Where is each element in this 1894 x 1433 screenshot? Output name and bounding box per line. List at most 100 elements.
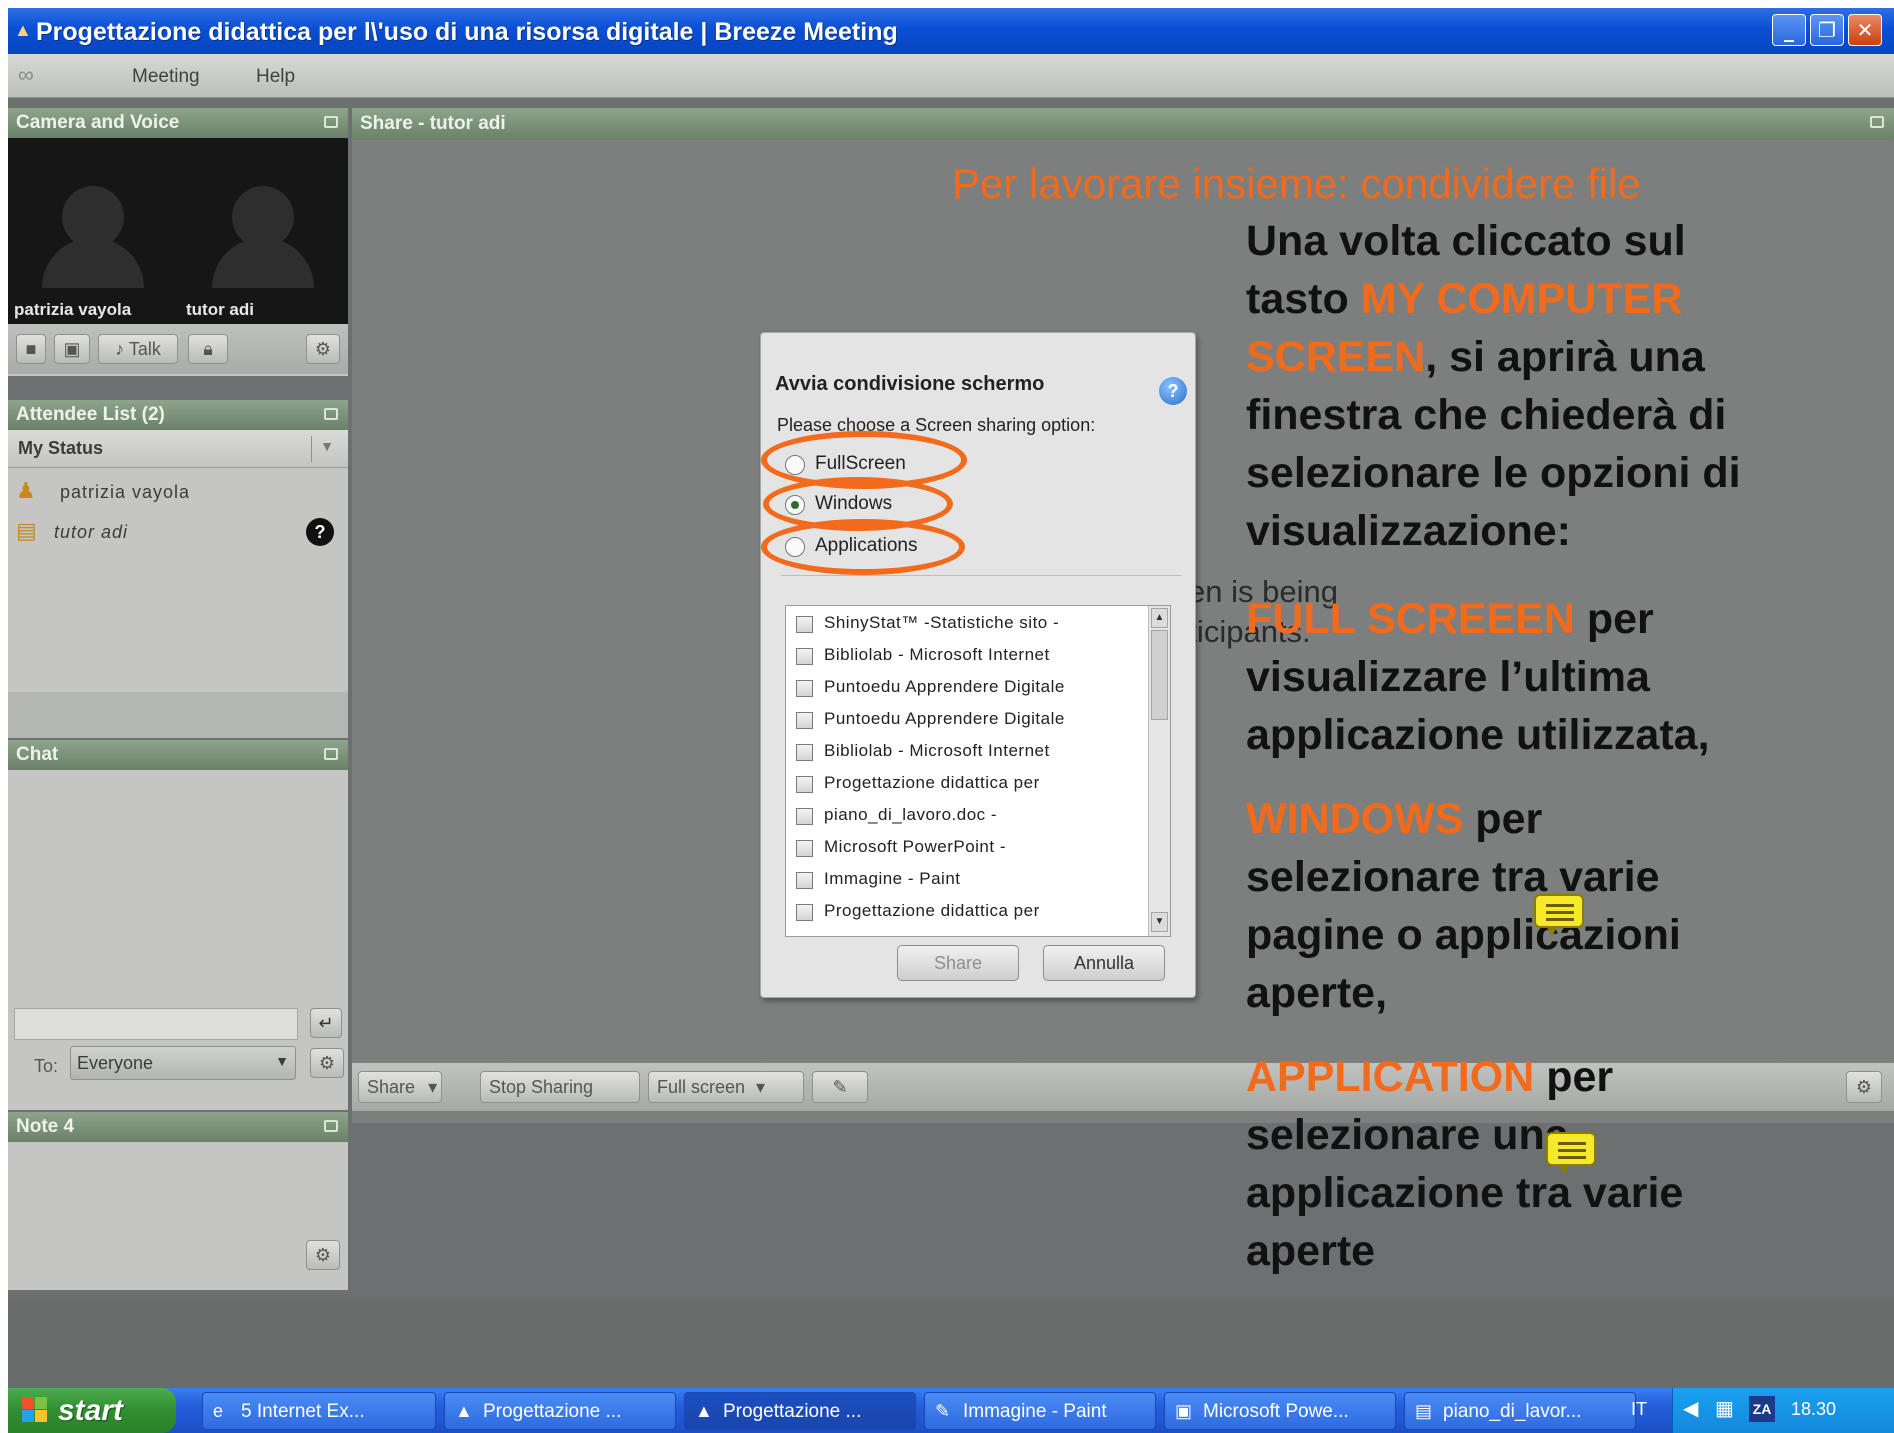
share-confirm-button[interactable]: Share xyxy=(897,945,1019,981)
checkbox[interactable] xyxy=(796,616,813,633)
taskbar-item-internet-explorer[interactable]: e 5 Internet Ex... xyxy=(202,1392,436,1430)
network-icon[interactable]: ▦ xyxy=(1715,1396,1734,1421)
taskbar-item-powerpoint[interactable]: ▣ Microsoft Powe... xyxy=(1164,1392,1396,1430)
checkbox[interactable] xyxy=(796,904,813,921)
attendee-name: patrizia vayola xyxy=(60,482,191,502)
annotation-line: aperte, xyxy=(1246,969,1388,1017)
annotation-line: selezionare tra varie xyxy=(1246,853,1660,901)
cancel-button[interactable]: Annulla xyxy=(1043,945,1165,981)
close-button[interactable]: ✕ xyxy=(1848,14,1882,46)
chat-to-label: To: xyxy=(34,1056,59,1076)
chat-input[interactable] xyxy=(14,1008,298,1040)
minimize-button[interactable]: _ xyxy=(1772,14,1806,46)
help-icon[interactable]: ? xyxy=(1159,377,1187,405)
talk-button[interactable]: ♪ Talk xyxy=(98,334,178,364)
zonealarm-icon[interactable]: ZA xyxy=(1749,1396,1775,1422)
checkbox[interactable] xyxy=(796,776,813,793)
participant-name: patrizia vayola xyxy=(14,300,132,319)
minimize-pod-icon[interactable] xyxy=(324,748,338,760)
annotation-line: Una volta cliccato sul xyxy=(1246,217,1686,265)
taskbar-item-progettazione-active[interactable]: ▲ Progettazione ... xyxy=(684,1392,916,1430)
scroll-down-icon[interactable]: ▼ xyxy=(1151,912,1168,932)
comment-note-icon[interactable] xyxy=(1546,1132,1596,1176)
annotation-application: APPLICATION per selezionare una applicaz… xyxy=(1246,1048,1683,1280)
camera-toolbar: ■ ▣ ♪ Talk 🔒︎ ⚙ xyxy=(8,324,348,374)
taskbar-item-paint[interactable]: ✎ Immagine - Paint xyxy=(924,1392,1156,1430)
restore-button[interactable]: ❐ xyxy=(1810,14,1844,46)
dialog-title: Avvia condivisione schermo xyxy=(775,373,1045,395)
scroll-up-icon[interactable]: ▲ xyxy=(1151,608,1168,628)
window-title-bar[interactable]: ▲ Progettazione didattica per l\'uso di … xyxy=(8,8,1894,54)
checkbox[interactable] xyxy=(796,872,813,889)
minimize-pod-icon[interactable] xyxy=(324,1120,338,1132)
checkbox[interactable] xyxy=(796,840,813,857)
taskbar-item-progettazione[interactable]: ▲ Progettazione ... xyxy=(444,1392,676,1430)
note-pod-header: Note 4 xyxy=(8,1112,348,1142)
minimize-pod-icon[interactable] xyxy=(324,116,338,128)
window-label: ShinyStat™ -Statistiche sito - xyxy=(824,613,1060,632)
window-label: Puntoedu Apprendere Digitale xyxy=(824,709,1065,728)
video-area: patrizia vayola tutor adi xyxy=(8,138,348,324)
breeze-logo-icon: ∞ xyxy=(18,62,34,87)
scroll-thumb[interactable] xyxy=(1151,630,1168,720)
windows-logo-icon xyxy=(22,1397,48,1423)
language-indicator[interactable]: IT xyxy=(1631,1399,1647,1420)
window-list[interactable]: ShinyStat™ -Statistiche sito - Bibliolab… xyxy=(785,605,1171,937)
window-label: piano_di_lavoro.doc - xyxy=(824,805,998,824)
share-pod-title: Share - tutor adi xyxy=(360,113,506,134)
attendee-pod-title: Attendee List (2) xyxy=(16,404,165,425)
menu-meeting[interactable]: Meeting xyxy=(132,66,200,88)
stop-camera-button[interactable]: ■ xyxy=(16,334,46,364)
my-status-dropdown[interactable]: My Status ▼ xyxy=(8,430,348,468)
lock-button[interactable]: 🔒︎ xyxy=(188,334,228,364)
participant-silhouette-icon xyxy=(204,166,324,288)
participant-name: tutor adi xyxy=(186,300,254,319)
share-label: Share xyxy=(367,1077,416,1097)
share-settings-button[interactable]: ⚙ xyxy=(1846,1071,1882,1103)
annotation-text: per xyxy=(1574,595,1654,643)
screen-sharing-dialog: Avvia condivisione schermo ? Please choo… xyxy=(760,332,1196,998)
annotation-line: FULL SCREEEN per xyxy=(1246,590,1710,648)
annotation-line: finestra che chiederà di xyxy=(1246,391,1727,439)
chevron-down-icon: ▼ xyxy=(275,1053,289,1069)
share-button[interactable]: Share ▾ xyxy=(358,1071,442,1103)
comment-note-icon[interactable] xyxy=(1534,894,1584,938)
taskbar: start e 5 Internet Ex... ▲ Progettazione .… xyxy=(8,1388,1894,1433)
camera-pod-title: Camera and Voice xyxy=(16,112,180,133)
attendee-row[interactable]: ♟ patrizia vayola xyxy=(16,476,346,508)
minimize-pod-icon[interactable] xyxy=(1870,116,1884,128)
list-scrollbar[interactable]: ▲ ▼ xyxy=(1148,606,1170,936)
checkbox[interactable] xyxy=(796,680,813,697)
word-icon: ▤ xyxy=(1415,1401,1433,1421)
note-settings-button[interactable]: ⚙ xyxy=(306,1240,340,1270)
taskbar-item-word[interactable]: ▤ piano_di_lavor... xyxy=(1404,1392,1636,1430)
breeze-icon: ▲ xyxy=(695,1401,713,1421)
chat-recipient-select[interactable]: Everyone ▼ xyxy=(70,1046,296,1080)
pod-settings-button[interactable]: ⚙ xyxy=(306,334,340,364)
annotation-highlight: MY COMPUTER xyxy=(1360,275,1683,323)
start-button[interactable]: start xyxy=(8,1388,176,1433)
checkbox[interactable] xyxy=(796,648,813,665)
menu-help[interactable]: Help xyxy=(256,66,295,88)
checkbox[interactable] xyxy=(796,744,813,761)
full-screen-button[interactable]: Full screen ▾ xyxy=(648,1071,804,1103)
breeze-app-icon: ▲ xyxy=(14,20,32,40)
attendee-row[interactable]: ▤ tutor adi ? xyxy=(16,516,346,548)
my-status-label: My Status xyxy=(18,438,104,458)
desktop: ▲ Progettazione didattica per l\'uso di … xyxy=(8,8,1894,1433)
tray-arrow-icon[interactable]: ◀ xyxy=(1683,1396,1698,1421)
chat-settings-button[interactable]: ⚙ xyxy=(310,1048,344,1078)
camera-button[interactable]: ▣ xyxy=(54,334,90,364)
annotation-line: tasto MY COMPUTER xyxy=(1246,270,1741,328)
chevron-down-icon: ▾ xyxy=(428,1077,438,1097)
annotation-intro: Una volta cliccato sul tasto MY COMPUTER… xyxy=(1246,212,1741,560)
send-icon[interactable]: ↵ xyxy=(310,1008,342,1038)
window-label: Microsoft PowerPoint - xyxy=(824,837,1006,856)
annotation-tool-button[interactable]: ✎ xyxy=(812,1071,868,1103)
checkbox[interactable] xyxy=(796,712,813,729)
stop-sharing-button[interactable]: Stop Sharing xyxy=(480,1071,640,1103)
annotation-line: pagine o applicazioni xyxy=(1246,911,1681,959)
minimize-pod-icon[interactable] xyxy=(324,408,338,420)
checkbox[interactable] xyxy=(796,808,813,825)
camera-pod-header: Camera and Voice xyxy=(8,108,348,138)
